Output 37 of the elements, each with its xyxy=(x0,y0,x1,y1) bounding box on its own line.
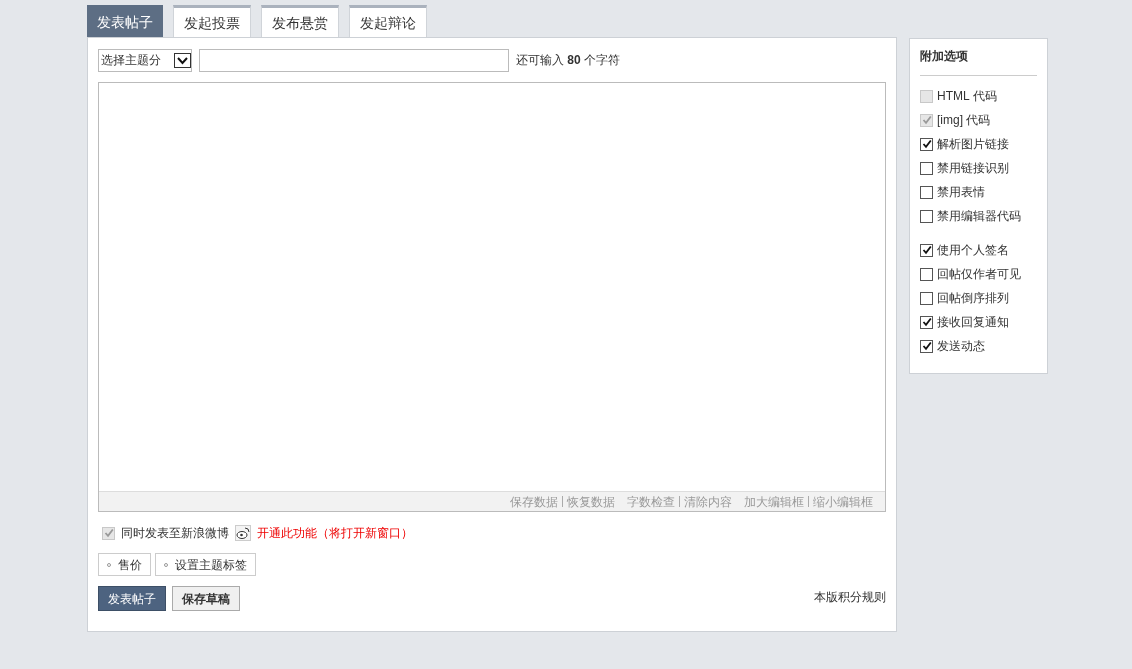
weibo-sync-label: 同时发表至新浪微博 xyxy=(121,525,229,542)
dropdown-icon xyxy=(174,52,191,68)
extra-option-button[interactable]: 售价 xyxy=(98,553,151,576)
option-label: HTML 代码 xyxy=(937,88,997,105)
checkbox[interactable] xyxy=(920,267,933,281)
tab[interactable]: 发起辩论 xyxy=(349,5,427,38)
checkbox[interactable] xyxy=(920,315,933,329)
checkbox[interactable] xyxy=(920,137,933,151)
checkbox[interactable] xyxy=(920,339,933,353)
checkbox[interactable] xyxy=(920,243,933,257)
enable-weibo-link[interactable]: 开通此功能（将打开新窗口） xyxy=(257,524,413,542)
title-input-field[interactable] xyxy=(199,48,509,72)
checkbox[interactable] xyxy=(920,209,933,223)
checkbox[interactable] xyxy=(920,291,933,305)
option-label: [img] 代码 xyxy=(937,112,991,129)
submit-button[interactable]: 发表帖子 xyxy=(98,586,166,611)
option-label: 禁用链接识别 xyxy=(937,160,1009,177)
extra-option-button[interactable]: 设置主题标签 xyxy=(155,553,256,576)
category-select[interactable]: 选择主题分 xyxy=(98,48,192,72)
save-draft-button[interactable]: 保存草稿 xyxy=(172,586,240,611)
weibo-icon xyxy=(235,525,251,541)
option-label: 回帖倒序排列 xyxy=(937,290,1009,307)
char-limit-hint: 还可输入 80 个字符 xyxy=(516,52,621,69)
tab[interactable]: 发表帖子 xyxy=(87,5,163,37)
option-label: 禁用编辑器代码 xyxy=(937,208,1021,225)
options-title: 附加选项 xyxy=(920,47,1037,76)
option-label: 回帖仅作者可见 xyxy=(937,266,1021,283)
option-label: 接收回复通知 xyxy=(937,314,1009,331)
option-label: 发送动态 xyxy=(937,338,985,355)
rules-link[interactable]: 本版积分规则 xyxy=(814,588,886,606)
checkbox[interactable] xyxy=(920,185,933,199)
tab[interactable]: 发起投票 xyxy=(173,5,251,38)
tab[interactable]: 发布悬赏 xyxy=(261,5,339,38)
option-label: 解析图片链接 xyxy=(937,136,1009,153)
option-label: 使用个人签名 xyxy=(937,242,1009,259)
option-label: 禁用表情 xyxy=(937,184,985,201)
checkbox[interactable] xyxy=(920,161,933,175)
